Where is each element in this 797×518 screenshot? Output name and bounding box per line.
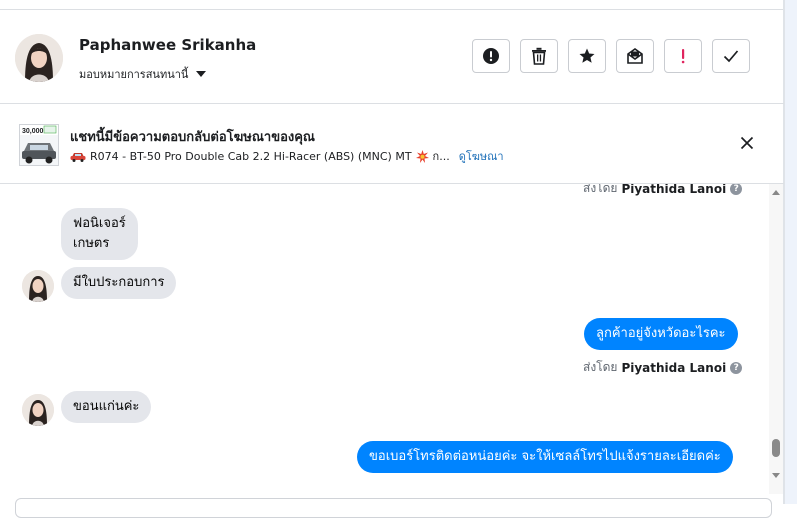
mark-unread-button[interactable]: [616, 39, 654, 73]
message-bubble-received: ขอนแก่นค่ะ: [61, 391, 152, 423]
agent-name: Piyathida Lanoi: [621, 184, 727, 196]
sent-by-label: ส่งโดย Piyathida Lanoi ?: [583, 358, 743, 377]
view-ad-link[interactable]: ดูโฆษณา: [459, 147, 504, 165]
customer-avatar[interactable]: [22, 270, 54, 302]
check-icon: [723, 50, 739, 63]
chat-scrollbar[interactable]: [769, 184, 783, 494]
ad-thumb-price: 30,000: [22, 128, 44, 135]
assign-conversation-dropdown[interactable]: มอบหมายการสนทนานี้: [79, 65, 207, 83]
message-bubble-received: ฟอนิเจอร์ เกษตร: [61, 208, 138, 260]
message-thread[interactable]: ส่งโดย Piyathida Lanoi ? ฟอนิเจอร์ เกษตร…: [0, 184, 769, 494]
ad-reply-banner: 30,000 แชทนี้มีข้อความตอบกลับต่อโฆษณาของ…: [0, 104, 784, 183]
done-button[interactable]: [712, 39, 750, 73]
ad-banner-subtitle: R074 - BT-50 Pro Double Cab 2.2 Hi-Racer…: [70, 147, 504, 165]
exclamation-icon: [681, 49, 685, 64]
close-banner-button[interactable]: [736, 132, 758, 154]
contact-name: Paphanwee Srikanha: [79, 36, 257, 54]
sent-by-label: ส่งโดย Piyathida Lanoi ?: [583, 184, 743, 198]
star-button[interactable]: [568, 39, 606, 73]
scroll-up-arrow-icon[interactable]: [772, 190, 780, 195]
trash-icon: [532, 47, 546, 65]
burst-icon: [415, 149, 429, 163]
ad-banner-title: แชทนี้มีข้อความตอบกลับต่อโฆษณาของคุณ: [70, 130, 315, 145]
spam-button[interactable]: [472, 39, 510, 73]
sent-by-prefix: ส่งโดย: [583, 184, 618, 195]
assign-label: มอบหมายการสนทนานี้: [79, 68, 189, 81]
car-icon: [70, 152, 86, 162]
sent-by-prefix: ส่งโดย: [583, 360, 618, 374]
ad-thumbnail[interactable]: 30,000: [19, 124, 59, 166]
message-bubble-sent: ลูกค้าอยู่จังหวัดอะไรคะ: [584, 318, 738, 350]
alert-circle-icon: [483, 48, 499, 64]
envelope-icon: [627, 48, 643, 64]
scroll-down-arrow-icon[interactable]: [772, 473, 780, 478]
right-strip: [785, 0, 797, 504]
scrollbar-thumb[interactable]: [772, 439, 780, 457]
help-icon[interactable]: ?: [730, 361, 743, 374]
message-composer[interactable]: [15, 498, 772, 518]
close-icon: [740, 136, 754, 150]
ad-subtitle-text: R074 - BT-50 Pro Double Cab 2.2 Hi-Racer…: [90, 149, 412, 163]
follow-up-button[interactable]: [664, 39, 702, 73]
help-icon[interactable]: ?: [730, 184, 743, 195]
conversation-header: Paphanwee Srikanha มอบหมายการสนทนานี้: [0, 10, 784, 103]
ad-subtitle-suffix: ก...: [432, 150, 450, 163]
message-bubble-received: มีใบประกอบการ: [61, 267, 177, 299]
caret-down-icon: [196, 71, 207, 77]
message-bubble-sent: ขอเบอร์โทรติดต่อหน่อยค่ะ จะให้เซลล์โทรไป…: [357, 441, 733, 473]
star-icon: [579, 48, 595, 63]
agent-name: Piyathida Lanoi: [621, 360, 727, 375]
customer-avatar[interactable]: [22, 394, 54, 426]
delete-button[interactable]: [520, 39, 558, 73]
contact-avatar[interactable]: [15, 34, 63, 82]
